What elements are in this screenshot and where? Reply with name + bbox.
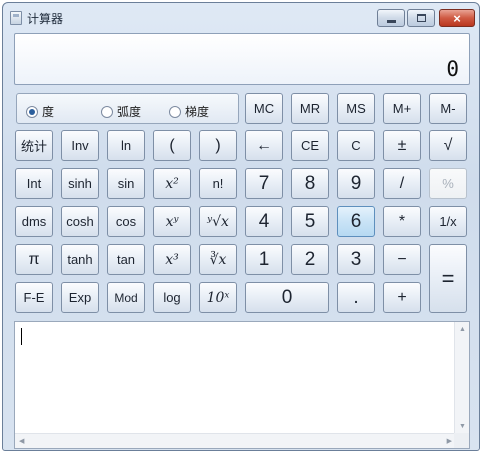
multiply-button[interactable]: * [383,206,421,237]
statistics-button[interactable]: 统计 [15,130,53,161]
decimal-button[interactable]: . [337,282,375,313]
radio-gradians-dot [169,105,181,118]
inv-button[interactable]: Inv [61,130,99,161]
scroll-down-icon[interactable]: ▼ [459,423,466,430]
y-root-x-button[interactable]: ʸ√x [199,206,237,237]
sin-button[interactable]: sin [107,168,145,199]
ce-button[interactable]: CE [291,130,329,161]
radio-gradians[interactable]: 梯度 [169,103,209,120]
m-minus-button[interactable]: M- [429,93,467,124]
history-text-area[interactable]: ▲ ▼ ◀ ▶ [14,321,470,449]
maximize-button[interactable] [407,9,435,27]
digit-1-button[interactable]: 1 [245,244,283,275]
scroll-up-icon[interactable]: ▲ [459,326,466,333]
open-paren-button[interactable]: ( [153,130,191,161]
sinh-button[interactable]: sinh [61,168,99,199]
mr-button[interactable]: MR [291,93,329,124]
m-plus-button[interactable]: M+ [383,93,421,124]
log-button[interactable]: log [153,282,191,313]
radio-radians-dot [101,105,113,118]
x-cubed-button[interactable]: x³ [153,244,191,275]
calculator-app-icon [10,11,22,25]
c-button[interactable]: C [337,130,375,161]
radio-degrees-label: 度 [42,105,55,119]
pi-button[interactable]: π [15,244,53,275]
radio-degrees[interactable]: 度 [26,103,54,120]
digit-0-button[interactable]: 0 [245,282,329,313]
backspace-button[interactable]: ← [245,130,283,161]
plus-minus-button[interactable]: ± [383,130,421,161]
radio-radians[interactable]: 弧度 [101,103,141,120]
digit-2-button[interactable]: 2 [291,244,329,275]
fe-button[interactable]: F-E [15,282,53,313]
cosh-button[interactable]: cosh [61,206,99,237]
close-icon: × [453,10,461,26]
radio-radians-label: 弧度 [117,105,142,119]
horizontal-scrollbar[interactable]: ◀ ▶ [15,433,456,448]
x-squared-button[interactable]: x² [153,168,191,199]
digit-4-button[interactable]: 4 [245,206,283,237]
digit-8-button[interactable]: 8 [291,168,329,199]
maximize-icon [416,14,426,22]
add-button[interactable]: + [383,282,421,313]
subtract-button[interactable]: − [383,244,421,275]
sqrt-button[interactable]: √ [429,130,467,161]
result-display: 0 [14,33,470,85]
minimize-icon [386,19,396,23]
mc-button[interactable]: MC [245,93,283,124]
reciprocal-button[interactable]: 1/x [429,206,467,237]
radio-degrees-dot [26,105,38,118]
window-title: 计算器 [27,12,64,26]
x-power-y-button[interactable]: xʸ [153,206,191,237]
close-paren-button[interactable]: ) [199,130,237,161]
exp-button[interactable]: Exp [61,282,99,313]
percent-button[interactable]: % [429,168,467,199]
close-button[interactable]: × [439,9,475,27]
radio-gradians-label: 梯度 [185,105,210,119]
cos-button[interactable]: cos [107,206,145,237]
mod-button[interactable]: Mod [107,282,145,313]
scroll-left-icon[interactable]: ◀ [19,438,24,445]
text-caret [21,328,22,345]
display-value: 0 [446,57,459,81]
scrollbar-corner [454,433,469,448]
digit-9-button[interactable]: 9 [337,168,375,199]
digit-7-button[interactable]: 7 [245,168,283,199]
ten-power-x-button[interactable]: 10ˣ [199,282,237,313]
scroll-right-icon[interactable]: ▶ [447,438,452,445]
int-button[interactable]: Int [15,168,53,199]
tan-button[interactable]: tan [107,244,145,275]
title-bar: 计算器 × [3,3,479,31]
digit-5-button[interactable]: 5 [291,206,329,237]
cube-root-button[interactable]: ∛x [199,244,237,275]
ms-button[interactable]: MS [337,93,375,124]
minimize-button[interactable] [377,9,405,27]
tanh-button[interactable]: tanh [61,244,99,275]
digit-6-button[interactable]: 6 [337,206,375,237]
calculator-window: 计算器 × 0 度 弧度 梯度 MC MR MS M+ M- 统计 Inv ln… [2,2,480,451]
divide-button[interactable]: / [383,168,421,199]
ln-button[interactable]: ln [107,130,145,161]
digit-3-button[interactable]: 3 [337,244,375,275]
dms-button[interactable]: dms [15,206,53,237]
angle-mode-group: 度 弧度 梯度 [16,93,239,124]
vertical-scrollbar[interactable]: ▲ ▼ [454,322,469,434]
factorial-button[interactable]: n! [199,168,237,199]
equals-button[interactable]: = [429,244,467,313]
